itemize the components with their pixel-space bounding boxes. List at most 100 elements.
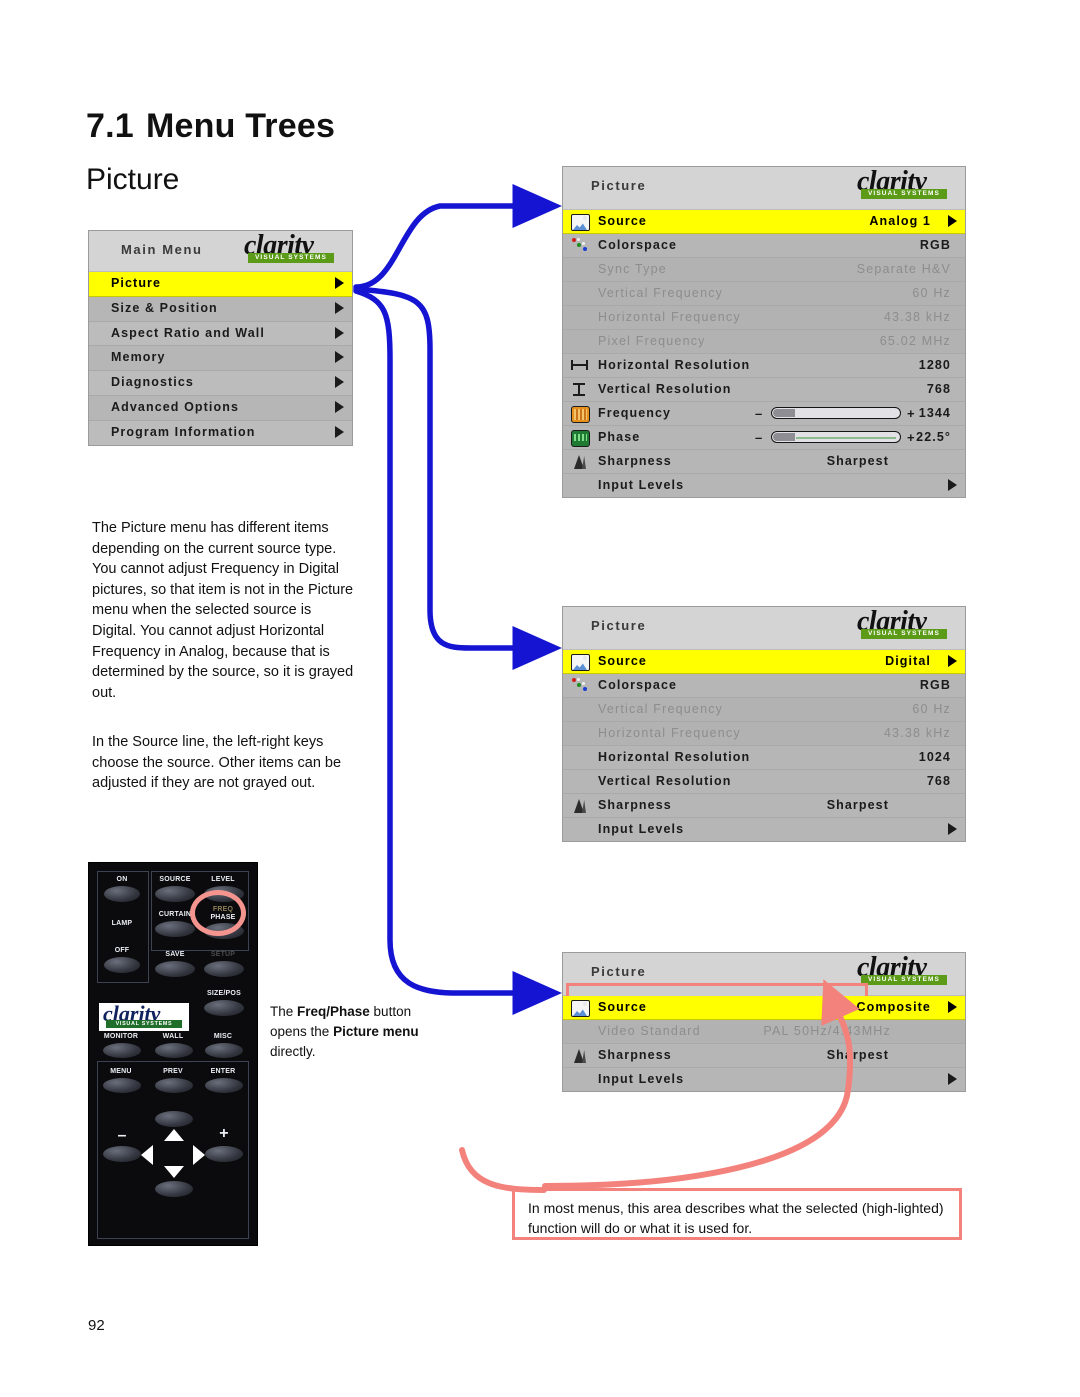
main-menu-item-size-position[interactable]: Size & Position (89, 296, 352, 322)
menu-row-input-levels[interactable]: Input Levels (563, 474, 965, 497)
main-menu-item-picture[interactable]: Picture (89, 272, 352, 297)
remote-button-misc[interactable] (205, 1043, 243, 1058)
remote-button-plus[interactable] (205, 1146, 243, 1162)
menu-row-source[interactable]: Source Analog 1 (563, 210, 965, 234)
remote-label-source: SOURCE (159, 876, 191, 883)
remote-button-sizepos[interactable] (204, 1000, 244, 1016)
chevron-right-icon (948, 215, 957, 227)
picture-menu-analog-panel: Picture clarity VISUAL SYSTEMS Source An… (562, 166, 966, 498)
menu-row-source[interactable]: Source Digital (563, 650, 965, 674)
blue-connector-group (353, 184, 562, 1015)
remote-button-wall[interactable] (155, 1043, 193, 1058)
remote-button-on[interactable] (104, 886, 140, 902)
remote-clarity-logo: clarity VISUAL SYSTEMS (99, 1001, 189, 1031)
remote-button-prev[interactable] (155, 1078, 193, 1093)
remote-button-source[interactable] (155, 886, 195, 902)
menu-row-label: Source (598, 214, 647, 228)
menu-row-vertical-resolution[interactable]: Vertical Resolution 768 (563, 770, 965, 794)
remote-button-menu[interactable] (103, 1078, 141, 1093)
menu-row-value: 1280 (918, 358, 951, 372)
menu-row-label: Frequency (598, 406, 672, 420)
menu-row-input-levels[interactable]: Input Levels (563, 818, 965, 841)
remote-button-monitor[interactable] (103, 1043, 141, 1058)
arrow-up-icon (164, 1129, 184, 1141)
menu-row-label: Sharpness (598, 1048, 672, 1062)
menu-row-colorspace[interactable]: Colorspace RGB (563, 234, 965, 258)
chevron-right-icon (335, 400, 344, 413)
menu-row-vertical-frequency: Vertical Frequency 60 Hz (563, 282, 965, 306)
slider-track[interactable] (771, 431, 901, 443)
menu-row-input-levels[interactable]: Input Levels (563, 1068, 965, 1091)
logo-tagline-bar: VISUAL SYSTEMS (861, 975, 947, 985)
menu-row-horizontal-resolution[interactable]: Horizontal Resolution 1280 (563, 354, 965, 378)
menu-row-value: PAL 50Hz/4.43MHz (763, 1024, 891, 1038)
connector-to-analog-menu (353, 184, 562, 290)
caption-bold-freq-phase: Freq/Phase (297, 1004, 370, 1019)
remote-label-wall: WALL (162, 1033, 184, 1040)
remote-button-setup[interactable] (204, 961, 244, 977)
menu-row-label: Input Levels (598, 822, 685, 836)
source-icon (571, 1000, 590, 1017)
document-page: 7.1 Menu Trees Picture Main Menu clarity … (0, 0, 1080, 1397)
menu-row-horizontal-resolution[interactable]: Horizontal Resolution 1024 (563, 746, 965, 770)
remote-label-lamp: LAMP (111, 920, 133, 927)
menu-row-label: Pixel Frequency (598, 334, 706, 348)
slider-track[interactable] (771, 407, 901, 419)
main-menu-item-memory[interactable]: Memory (89, 346, 352, 372)
remote-button-enter[interactable] (205, 1078, 243, 1093)
chevron-right-icon (948, 655, 957, 667)
logo-tagline-bar: VISUAL SYSTEMS (248, 253, 334, 263)
remote-button-minus[interactable] (103, 1146, 141, 1162)
main-menu-item-diagnostics[interactable]: Diagnostics (89, 371, 352, 396)
logo-tagline-bar: VISUAL SYSTEMS (106, 1020, 182, 1028)
menu-row-value: Analog 1 (869, 214, 931, 228)
picture-menu-composite-panel: Picture clarity VISUAL SYSTEMS Source Co… (562, 952, 966, 1092)
menu-row-value: 1344 (918, 406, 951, 420)
subsection-title: Picture (86, 163, 180, 196)
menu-row-sharpness[interactable]: Sharpness Sharpest (563, 794, 965, 818)
menu-row-value: 1024 (918, 750, 951, 764)
main-menu-item-program-information[interactable]: Program Information (89, 420, 352, 445)
remote-button-down[interactable] (155, 1181, 193, 1197)
page-title: 7.1 Menu Trees (86, 107, 335, 146)
menu-row-source[interactable]: Source Composite (563, 996, 965, 1020)
main-menu-panel: Main Menu clarity VISUAL SYSTEMS Picture… (88, 230, 353, 446)
menu-row-label: Sharpness (598, 798, 672, 812)
freq-phase-highlight-ring (190, 890, 246, 936)
menu-row-colorspace[interactable]: Colorspace RGB (563, 674, 965, 698)
chevron-right-icon (948, 1001, 957, 1013)
slider-minus-label: – (755, 406, 763, 421)
remote-button-curtain[interactable] (155, 921, 195, 937)
menu-row-value: 43.38 kHz (883, 310, 951, 324)
menu-row-frequency[interactable]: Frequency – + 1344 (563, 402, 965, 426)
main-menu-item-aspect-ratio-and-wall[interactable]: Aspect Ratio and Wall (89, 321, 352, 347)
menu-row-phase[interactable]: Phase – + 22.5° (563, 426, 965, 450)
menu-row-value: Sharpest (826, 798, 889, 812)
remote-button-off[interactable] (104, 957, 140, 973)
main-menu-item-label: Advanced Options (111, 399, 240, 414)
logo-tagline-bar: VISUAL SYSTEMS (861, 189, 947, 199)
remote-label-on: ON (116, 876, 128, 883)
remote-button-up[interactable] (155, 1111, 193, 1127)
frequency-icon (571, 406, 590, 423)
remote-button-save[interactable] (155, 961, 195, 977)
menu-row-label: Phase (598, 430, 641, 444)
picture-menu-titlebar: Picture clarity VISUAL SYSTEMS (563, 167, 965, 210)
picture-menu-titlebar: Picture clarity VISUAL SYSTEMS (563, 607, 965, 650)
menu-row-vertical-resolution[interactable]: Vertical Resolution 768 (563, 378, 965, 402)
frequency-slider[interactable]: – + (755, 407, 915, 420)
logo-tagline-bar: VISUAL SYSTEMS (861, 629, 947, 639)
remote-label-menu: MENU (110, 1068, 132, 1075)
menu-row-horizontal-frequency: Horizontal Frequency 43.38 kHz (563, 722, 965, 746)
arrow-right-icon (193, 1145, 205, 1165)
main-menu-item-advanced-options[interactable]: Advanced Options (89, 395, 352, 421)
menu-row-label: Vertical Resolution (598, 382, 732, 396)
remote-label-off: OFF (114, 947, 130, 954)
menu-row-sharpness[interactable]: Sharpness Sharpest (563, 1044, 965, 1068)
slider-fill (773, 433, 795, 441)
chevron-right-icon (948, 1073, 957, 1085)
logo-tagline: VISUAL SYSTEMS (115, 1021, 173, 1027)
phase-slider[interactable]: – + (755, 431, 915, 444)
callout-text: In most menus, this area describes what … (528, 1200, 944, 1236)
menu-row-sharpness[interactable]: Sharpness Sharpest (563, 450, 965, 474)
